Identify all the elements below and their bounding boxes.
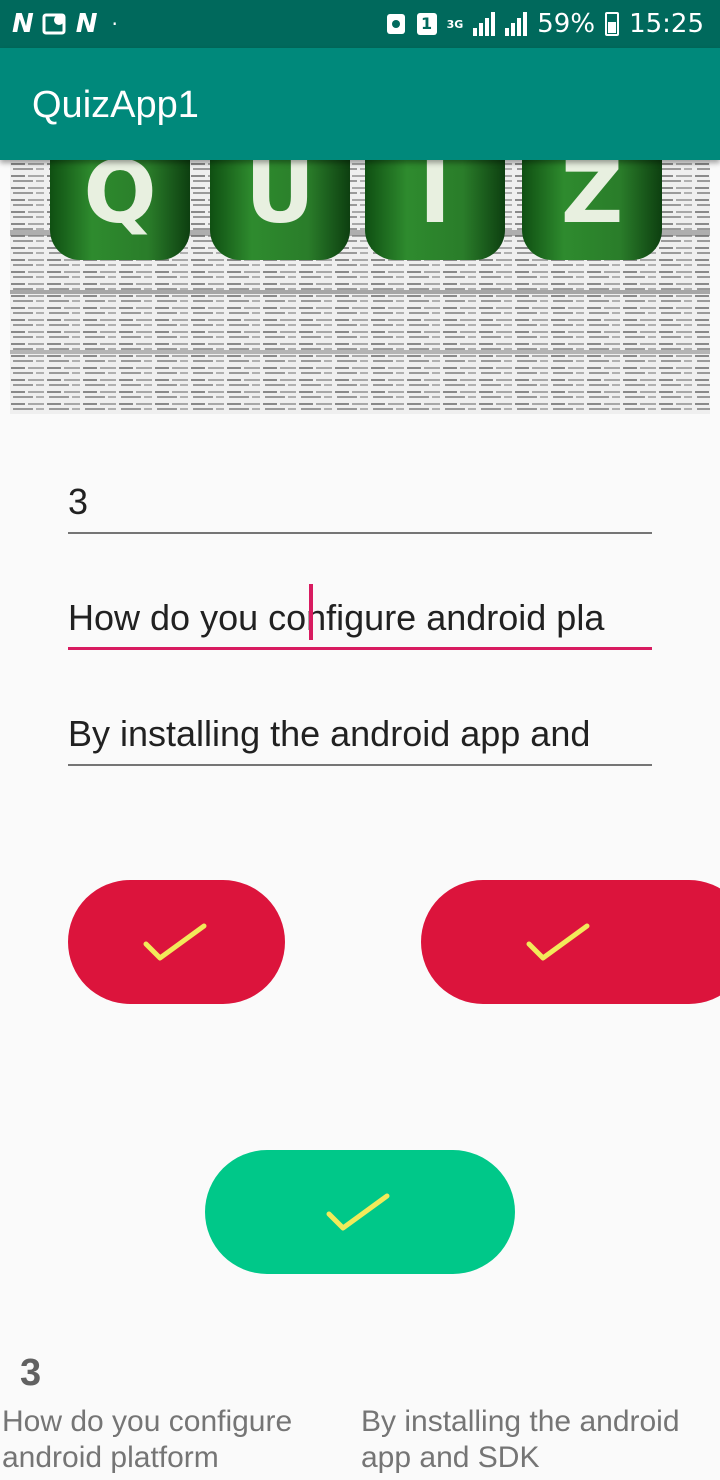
submit-check-button[interactable] <box>205 1150 515 1274</box>
clock: 15:25 <box>629 9 704 39</box>
field-underline <box>68 764 652 766</box>
check-button-left[interactable] <box>68 880 285 1004</box>
map-pin-icon <box>42 13 66 35</box>
battery-icon <box>605 12 620 36</box>
answer-text-field[interactable]: By installing the android app and <box>68 706 652 766</box>
check-icon <box>143 923 206 961</box>
network-type: 3G <box>446 17 464 31</box>
banner-letter-q: Q <box>83 160 156 243</box>
answer-text-value: By installing the android app and <box>68 713 591 754</box>
check-icon <box>526 923 590 961</box>
sim-slot-icon: 1 <box>416 13 437 35</box>
signal-icon-2 <box>505 12 528 36</box>
notification-n-icon-2: N <box>75 9 98 39</box>
question-number-field[interactable]: 3 <box>68 474 652 534</box>
notification-n-icon: N <box>12 9 34 39</box>
banner-letter-z: Z <box>561 160 623 243</box>
more-notifications-dot: · <box>111 12 118 36</box>
status-left-icons: N N · <box>12 8 118 40</box>
android-lock-icon <box>386 14 405 34</box>
status-bar: N N · 1 3G 59% 15:25 <box>0 0 720 48</box>
check-button-right[interactable] <box>421 880 720 1004</box>
banner-letter-i: I <box>419 160 451 243</box>
result-question-text: How do you configure android platform <box>2 1405 293 1474</box>
app-title: QuizApp1 <box>32 84 199 126</box>
text-cursor <box>309 584 313 640</box>
question-number-value: 3 <box>68 481 89 522</box>
result-question-number: 3 <box>20 1352 42 1394</box>
battery-percent: 59% <box>537 9 596 39</box>
question-text-value: How do you configure android pla <box>68 597 605 638</box>
field-underline-focused <box>68 647 652 650</box>
banner-letter-u: U <box>245 160 315 243</box>
quiz-banner-image: Q U I Z <box>10 160 710 414</box>
check-icon <box>326 1193 390 1231</box>
question-text-field[interactable]: How do you configure android pla <box>68 584 652 650</box>
field-underline <box>68 532 652 534</box>
status-right-icons: 1 3G 59% 15:25 <box>385 8 704 40</box>
app-bar: QuizApp1 <box>0 48 720 160</box>
signal-icon <box>473 12 496 36</box>
result-answer-text: By installing the android app and SDK <box>361 1405 680 1474</box>
